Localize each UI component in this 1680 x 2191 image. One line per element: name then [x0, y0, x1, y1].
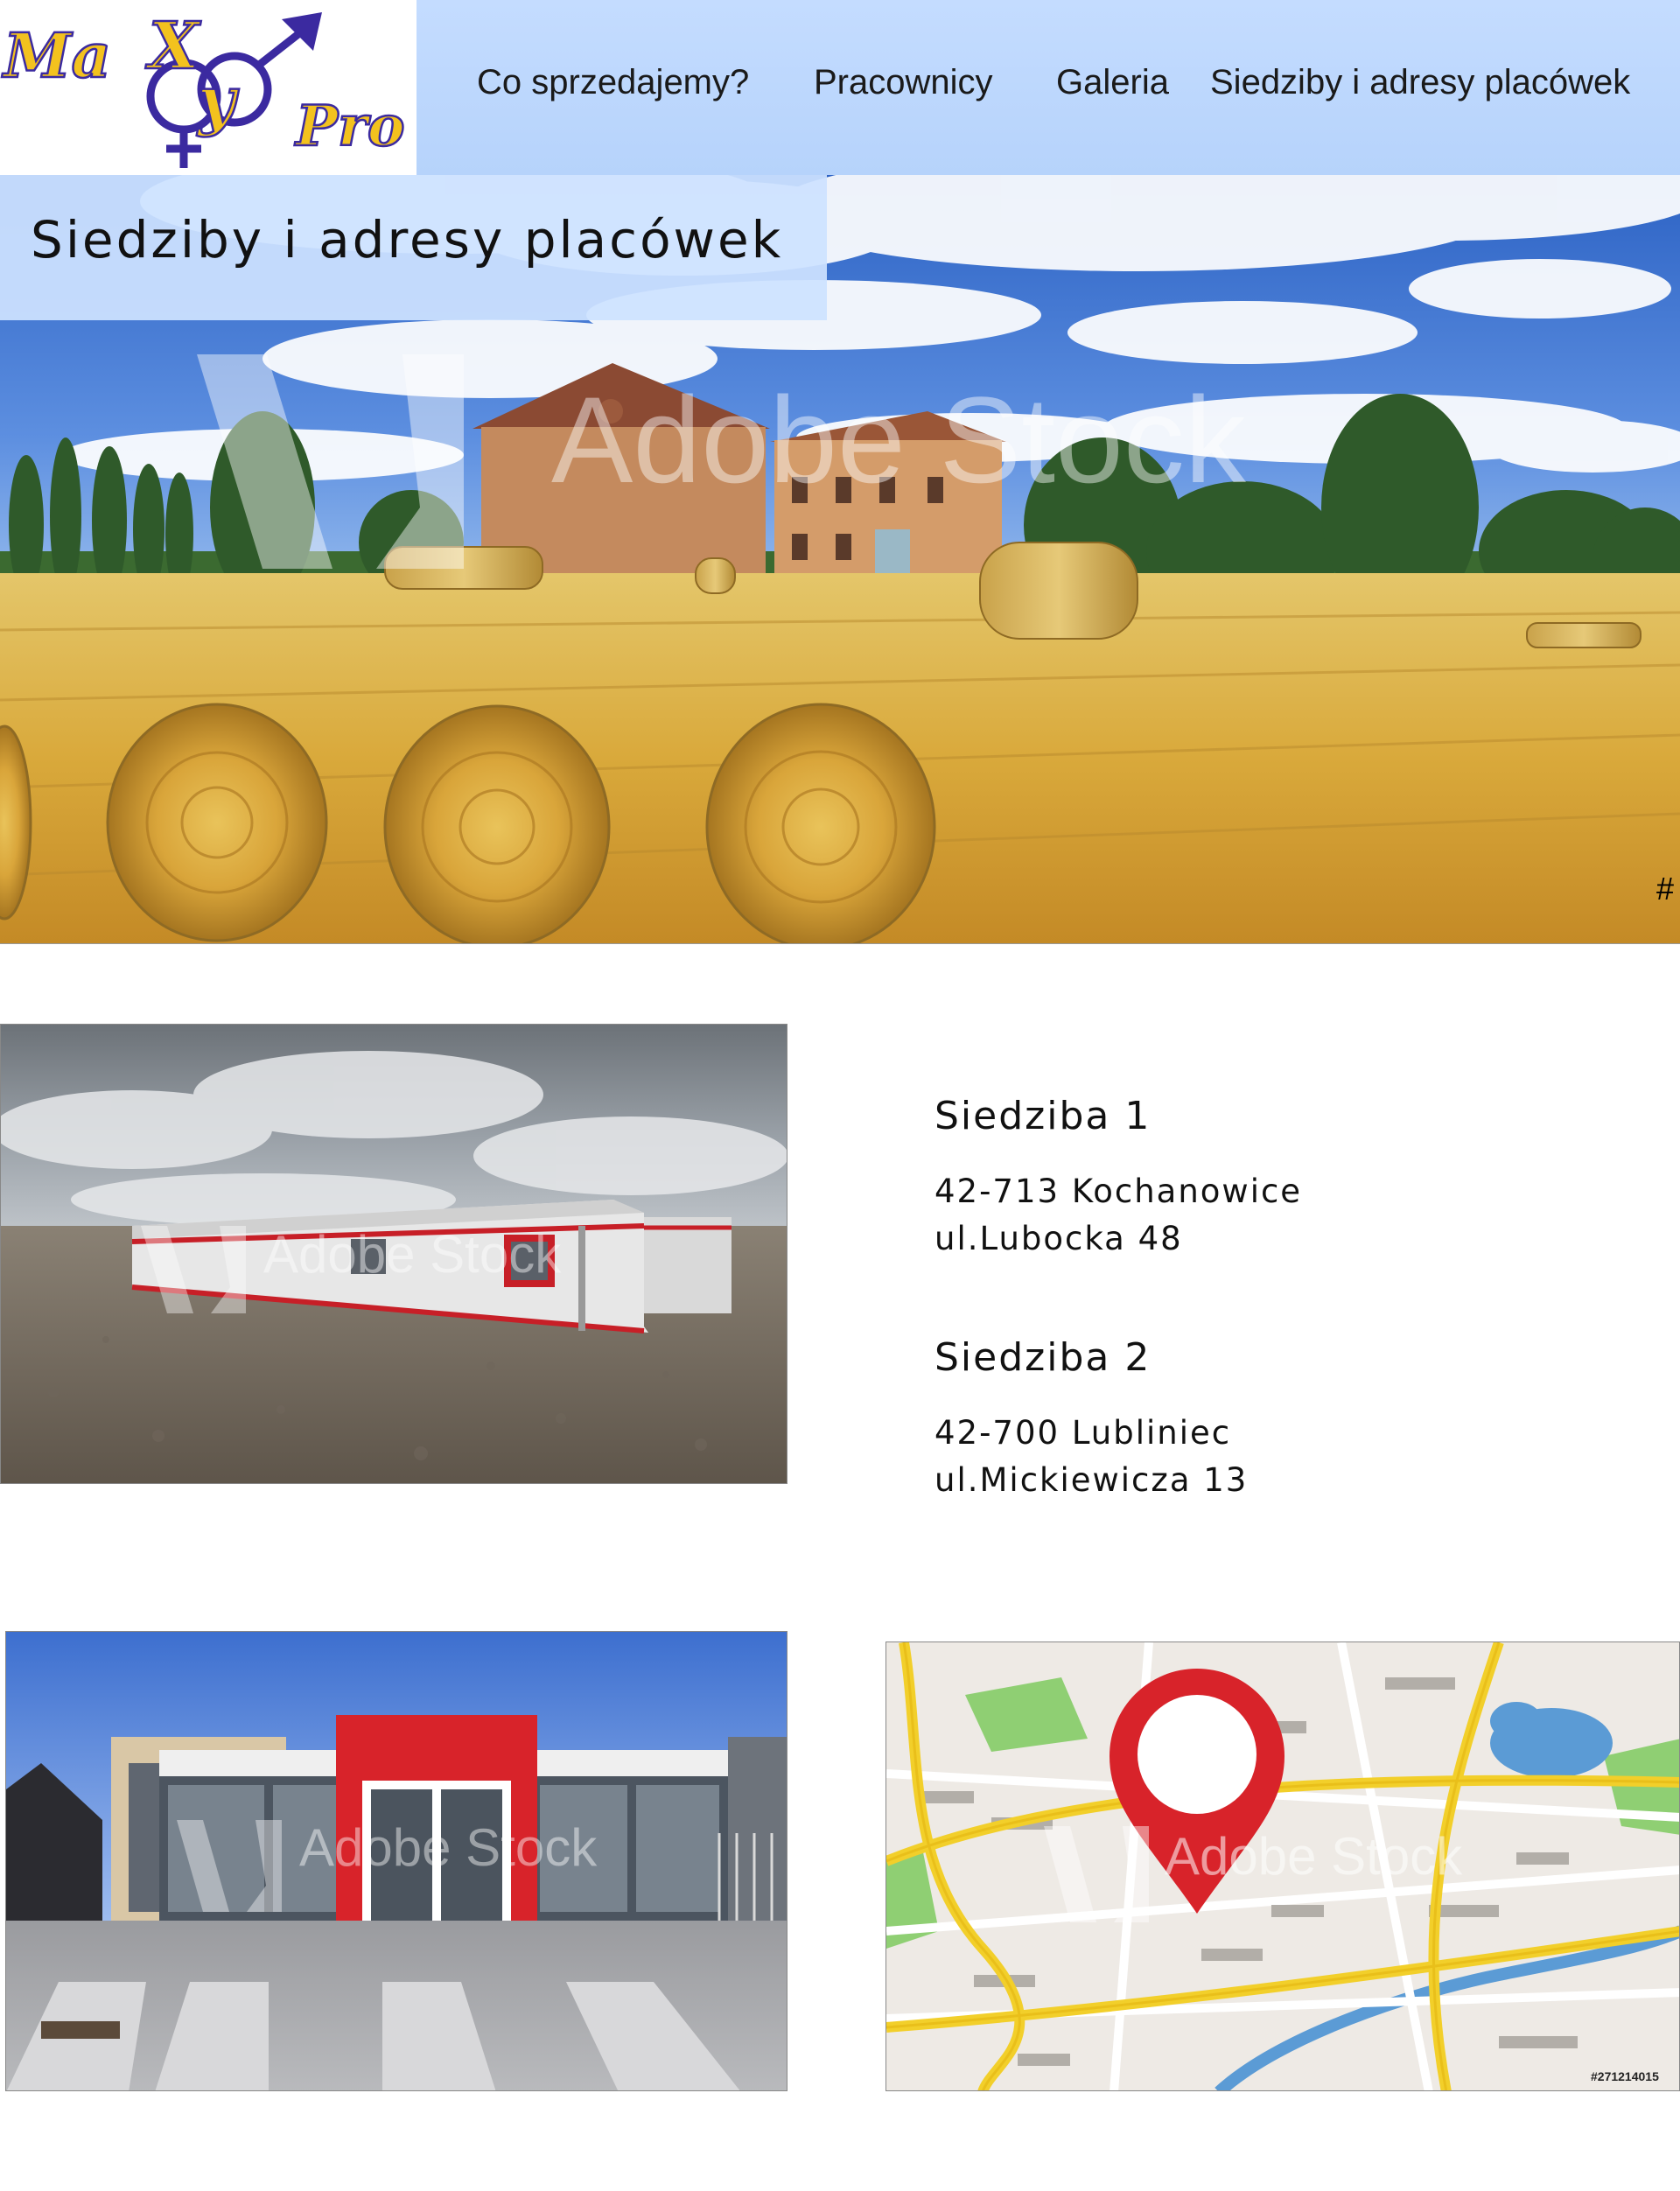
- photo2-watermark: Adobe Stock: [299, 1818, 598, 1877]
- location-1-street: ul.Lubocka 48: [934, 1220, 1183, 1257]
- logo[interactable]: Ma X y Pro: [0, 0, 416, 175]
- svg-text:y: y: [196, 63, 240, 138]
- svg-text:X: X: [145, 9, 201, 84]
- nav-item-siedziby[interactable]: Siedziby i adresy placówek: [1210, 63, 1630, 102]
- location-1-city: 42-713 Kochanowice: [934, 1172, 1303, 1210]
- photo1-watermark: Adobe Stock: [263, 1225, 562, 1284]
- photo-office-entrance: Adobe Stock: [5, 1631, 788, 2091]
- photo-modular-office: Adobe Stock: [0, 1024, 788, 1484]
- hero-watermark: Adobe Stock: [551, 371, 1246, 508]
- hero-corner-mark: #: [1656, 871, 1675, 906]
- nav-item-galeria[interactable]: Galeria: [1056, 63, 1169, 102]
- location-2-heading: Siedziba 2: [934, 1335, 1152, 1380]
- svg-text:Pro: Pro: [294, 94, 405, 159]
- location-2-street: ul.Mickiewicza 13: [934, 1461, 1249, 1499]
- photo-map-pin: Adobe Stock #271214015: [886, 1642, 1680, 2091]
- location-2-city: 42-700 Lubliniec: [934, 1414, 1232, 1452]
- map-stock-id: #271214015: [1591, 2069, 1659, 2083]
- svg-text:Ma: Ma: [2, 19, 111, 92]
- logo-graphic: Ma X y Pro: [1, 8, 406, 168]
- nav-item-pracownicy[interactable]: Pracownicy: [814, 63, 993, 102]
- map-watermark: Adobe Stock: [1165, 1827, 1463, 1886]
- page-title: Siedziby i adresy placówek: [31, 210, 784, 270]
- location-1-heading: Siedziba 1: [934, 1094, 1152, 1138]
- nav-item-co-sprzedajemy[interactable]: Co sprzedajemy?: [477, 63, 749, 102]
